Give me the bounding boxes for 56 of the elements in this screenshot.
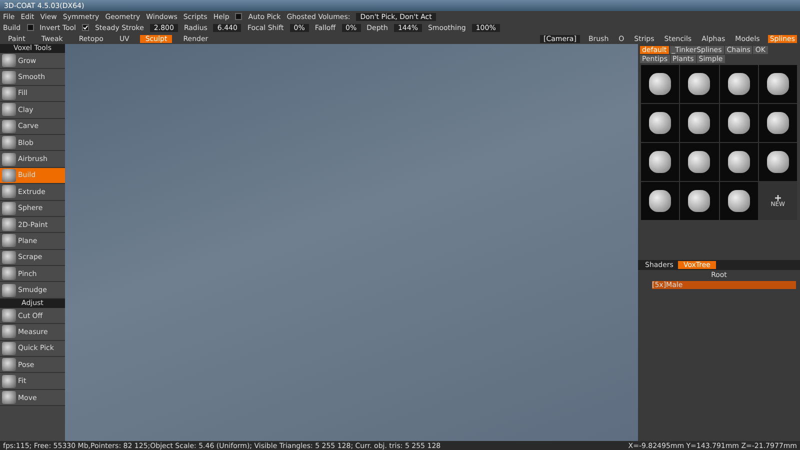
check-icon [82, 25, 88, 30]
brush-icon [2, 168, 16, 182]
brush-icon [2, 136, 16, 150]
brush-icon [2, 325, 16, 338]
brush-icon [2, 218, 16, 232]
brush-icon [2, 358, 16, 372]
brush-icon [2, 120, 16, 133]
spline-preset[interactable] [680, 65, 718, 103]
spline-shape-icon [728, 112, 750, 134]
brush-icon [2, 70, 16, 84]
brush-icon [2, 54, 16, 68]
brush-icon [2, 374, 16, 388]
brush-icon [2, 342, 16, 355]
spline-shape-icon [688, 190, 710, 212]
spline-shape-icon [688, 112, 710, 134]
spline-preset[interactable] [758, 143, 797, 181]
spline-shape-icon [649, 190, 672, 212]
brush-icon [2, 250, 16, 264]
spline-shape-icon [688, 151, 710, 173]
spline-preset[interactable] [720, 143, 758, 181]
brush-icon [2, 103, 16, 116]
spline-shape-icon [766, 112, 789, 134]
spline-shape-icon [728, 73, 750, 95]
brush-icon [2, 234, 16, 248]
spline-shape-icon [649, 112, 672, 134]
spline-shape-icon [766, 73, 789, 95]
spline-preset[interactable] [641, 65, 680, 103]
spline-shape-icon [649, 151, 672, 173]
brush-icon [2, 309, 16, 322]
brush-icon [2, 284, 16, 297]
spline-preset[interactable] [758, 104, 797, 142]
spline-preset[interactable] [758, 65, 797, 103]
brush-icon [2, 185, 16, 198]
spline-preset[interactable] [720, 182, 758, 220]
spline-preset[interactable] [680, 143, 718, 181]
spline-shape-icon [766, 151, 789, 173]
spline-shape-icon [649, 73, 672, 95]
checkbox[interactable] [82, 24, 89, 31]
brush-icon [2, 391, 16, 404]
checkbox[interactable] [235, 13, 242, 20]
spline-preset[interactable] [641, 182, 680, 220]
checkbox[interactable] [26, 24, 34, 31]
spline-shape-icon [728, 151, 750, 173]
brush-icon [2, 267, 16, 280]
spline-preset[interactable] [720, 104, 758, 142]
spline-shape-icon [728, 190, 750, 212]
brush-icon [2, 152, 16, 166]
brush-icon [2, 86, 16, 100]
spline-preset[interactable] [680, 182, 718, 220]
spline-preset[interactable] [641, 143, 680, 181]
spline-preset[interactable] [641, 104, 680, 142]
spline-preset[interactable] [720, 65, 758, 103]
spline-preset[interactable] [680, 104, 718, 142]
spline-shape-icon [688, 73, 710, 95]
brush-icon [2, 202, 16, 215]
plus-icon [774, 194, 781, 200]
